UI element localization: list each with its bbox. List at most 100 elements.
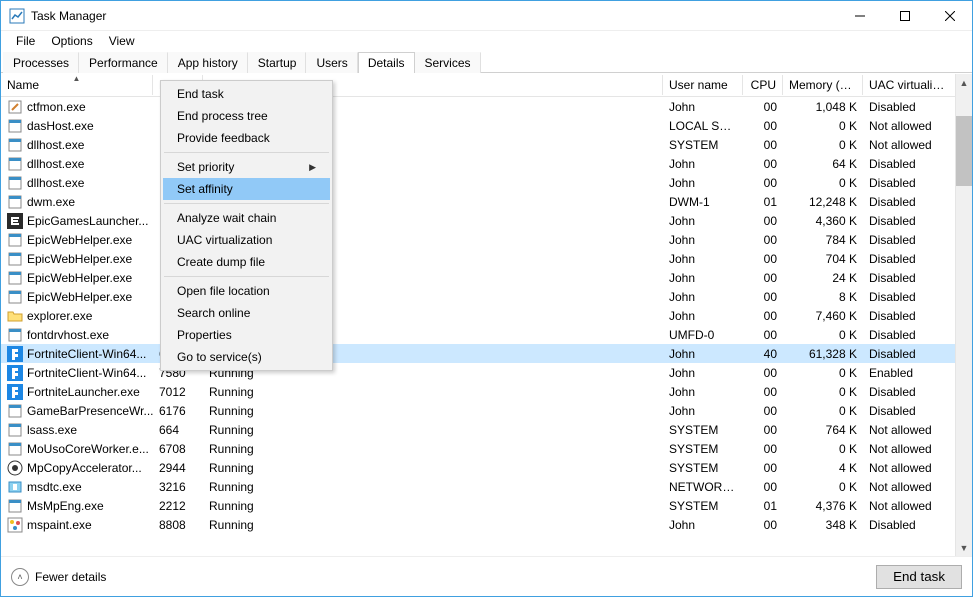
end-task-button[interactable]: End task: [876, 565, 962, 589]
ctx-uac[interactable]: UAC virtualization: [163, 229, 330, 251]
table-row[interactable]: lsass.exe664RunningSYSTEM00764 KNot allo…: [1, 420, 955, 439]
cell-uac: Disabled: [863, 309, 951, 323]
column-name[interactable]: ▲Name: [1, 75, 153, 95]
cell-name: msdtc.exe: [1, 479, 153, 495]
cell-uac: Disabled: [863, 157, 951, 171]
table-row[interactable]: MoUsoCoreWorker.e...6708RunningSYSTEM000…: [1, 439, 955, 458]
cell-memory: 0 K: [783, 480, 863, 494]
table-row[interactable]: fontdrvhost.exeUMFD-0000 KDisabled: [1, 325, 955, 344]
table-row[interactable]: explorer.exeJohn007,460 KDisabled: [1, 306, 955, 325]
ctx-set-priority-label: Set priority: [177, 160, 234, 174]
column-memory[interactable]: Memory (a...: [783, 75, 863, 95]
ctx-set-priority[interactable]: Set priority▶: [163, 156, 330, 178]
table-body[interactable]: ctfmon.exeJohn001,048 KDisableddasHost.e…: [1, 97, 955, 556]
cell-user: John: [663, 366, 743, 380]
cell-memory: 4 K: [783, 461, 863, 475]
scroll-track[interactable]: [956, 91, 972, 539]
cell-memory: 4,360 K: [783, 214, 863, 228]
ctx-end-tree[interactable]: End process tree: [163, 105, 330, 127]
process-icon: [7, 441, 23, 457]
cell-uac: Disabled: [863, 195, 951, 209]
cell-cpu: 00: [743, 271, 783, 285]
ctx-properties[interactable]: Properties: [163, 324, 330, 346]
table-row[interactable]: EpicWebHelper.exeJohn0024 KDisabled: [1, 268, 955, 287]
process-icon: [7, 118, 23, 134]
table-row[interactable]: msdtc.exe3216RunningNETWORK...000 KNot a…: [1, 477, 955, 496]
tab-processes[interactable]: Processes: [3, 52, 79, 73]
ctx-dump[interactable]: Create dump file: [163, 251, 330, 273]
tab-startup[interactable]: Startup: [248, 52, 307, 73]
vertical-scrollbar[interactable]: ▲ ▼: [955, 74, 972, 556]
table-row[interactable]: MpCopyAccelerator...2944RunningSYSTEM004…: [1, 458, 955, 477]
cell-name: mspaint.exe: [1, 517, 153, 533]
column-uac[interactable]: UAC virtualizat...: [863, 75, 951, 95]
menu-view[interactable]: View: [102, 32, 142, 50]
minimize-button[interactable]: [837, 1, 882, 31]
ctx-feedback[interactable]: Provide feedback: [163, 127, 330, 149]
table-row[interactable]: dasHost.exeLOCAL SE...000 KNot allowed: [1, 116, 955, 135]
cell-user: LOCAL SE...: [663, 119, 743, 133]
ctx-end-task[interactable]: End task: [163, 83, 330, 105]
table-row[interactable]: ctfmon.exeJohn001,048 KDisabled: [1, 97, 955, 116]
cell-memory: 7,460 K: [783, 309, 863, 323]
table-row[interactable]: EpicWebHelper.exeJohn00784 KDisabled: [1, 230, 955, 249]
ctx-analyze[interactable]: Analyze wait chain: [163, 207, 330, 229]
tab-services[interactable]: Services: [415, 52, 481, 73]
close-button[interactable]: [927, 1, 972, 31]
table-row[interactable]: mspaint.exe8808RunningJohn00348 KDisable…: [1, 515, 955, 534]
fewer-details-button[interactable]: ˄ Fewer details: [11, 568, 868, 586]
maximize-button[interactable]: [882, 1, 927, 31]
process-icon: [7, 365, 23, 381]
menu-options[interactable]: Options: [44, 32, 99, 50]
cell-cpu: 00: [743, 480, 783, 494]
cell-cpu: 00: [743, 233, 783, 247]
table-row[interactable]: MsMpEng.exe2212RunningSYSTEM014,376 KNot…: [1, 496, 955, 515]
ctx-open-location[interactable]: Open file location: [163, 280, 330, 302]
tab-app-history[interactable]: App history: [168, 52, 248, 73]
process-name: MsMpEng.exe: [27, 499, 104, 513]
table-row[interactable]: EpicWebHelper.exeJohn00704 KDisabled: [1, 249, 955, 268]
cell-cpu: 00: [743, 214, 783, 228]
ctx-set-affinity[interactable]: Set affinity: [163, 178, 330, 200]
table-row[interactable]: FortniteLauncher.exe7012RunningJohn000 K…: [1, 382, 955, 401]
table-row[interactable]: EpicGamesLauncher...John004,360 KDisable…: [1, 211, 955, 230]
cell-memory: 0 K: [783, 404, 863, 418]
column-user[interactable]: User name: [663, 75, 743, 95]
process-name: GameBarPresenceWr...: [27, 404, 153, 418]
process-icon: [7, 422, 23, 438]
cell-memory: 12,248 K: [783, 195, 863, 209]
scroll-down-icon[interactable]: ▼: [956, 539, 972, 556]
process-name: dwm.exe: [27, 195, 75, 209]
cell-user: SYSTEM: [663, 423, 743, 437]
cell-cpu: 00: [743, 176, 783, 190]
menu-file[interactable]: File: [9, 32, 42, 50]
cell-pid: 664: [153, 423, 203, 437]
ctx-search-online[interactable]: Search online: [163, 302, 330, 324]
scroll-thumb[interactable]: [956, 116, 972, 186]
column-name-label: Name: [7, 78, 39, 92]
process-icon: [7, 251, 23, 267]
tab-users[interactable]: Users: [306, 52, 357, 73]
scroll-up-icon[interactable]: ▲: [956, 74, 972, 91]
cell-cpu: 00: [743, 138, 783, 152]
table-row[interactable]: GameBarPresenceWr...6176RunningJohn000 K…: [1, 401, 955, 420]
column-cpu[interactable]: CPU: [743, 75, 783, 95]
table-row[interactable]: EpicWebHelper.exeJohn008 KDisabled: [1, 287, 955, 306]
cell-cpu: 01: [743, 195, 783, 209]
ctx-go-to-services[interactable]: Go to service(s): [163, 346, 330, 368]
chevron-up-icon: ˄: [11, 568, 29, 586]
table-row[interactable]: FortniteClient-Win64...6044RunningJohn40…: [1, 344, 955, 363]
table-row[interactable]: FortniteClient-Win64...7580RunningJohn00…: [1, 363, 955, 382]
cell-cpu: 00: [743, 328, 783, 342]
ctx-separator: [164, 276, 329, 277]
tab-performance[interactable]: Performance: [79, 52, 168, 73]
cell-memory: 4,376 K: [783, 499, 863, 513]
cell-uac: Disabled: [863, 518, 951, 532]
table-row[interactable]: dllhost.exeJohn0064 KDisabled: [1, 154, 955, 173]
tab-details[interactable]: Details: [358, 52, 415, 73]
process-icon: [7, 99, 23, 115]
cell-cpu: 00: [743, 366, 783, 380]
table-row[interactable]: dllhost.exeJohn000 KDisabled: [1, 173, 955, 192]
table-row[interactable]: dwm.exeDWM-10112,248 KDisabled: [1, 192, 955, 211]
table-row[interactable]: dllhost.exeSYSTEM000 KNot allowed: [1, 135, 955, 154]
